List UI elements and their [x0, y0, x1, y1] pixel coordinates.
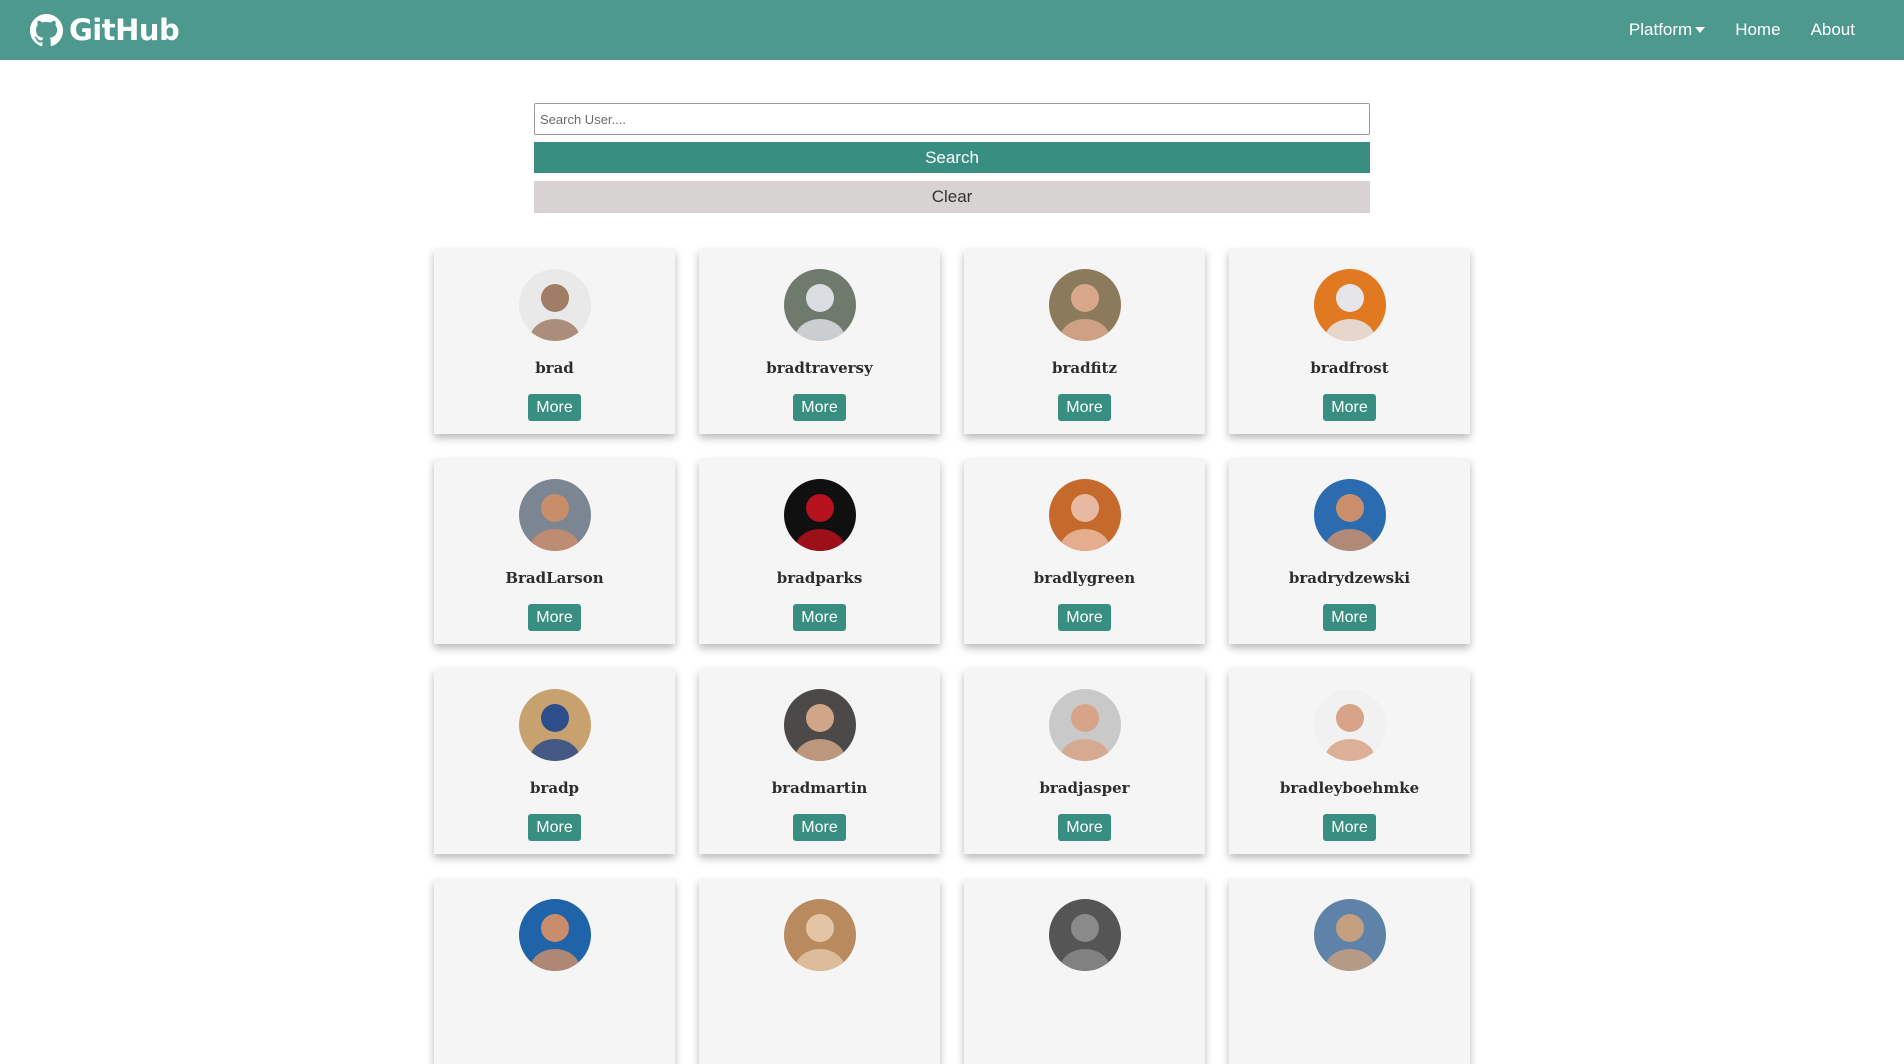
user-avatar [1313, 479, 1386, 551]
user-login: bradrydzewski [1288, 569, 1411, 587]
user-grid: brad More bradtraversy More bradfitz More brad… [434, 249, 1470, 1064]
user-card [699, 879, 940, 1064]
user-card: bradfrost More [1229, 249, 1470, 434]
user-avatar [783, 899, 856, 971]
avatar-image [783, 269, 856, 341]
nav-about-label: About [1810, 20, 1855, 39]
caret-down-icon [1695, 27, 1706, 33]
user-avatar [1048, 899, 1121, 971]
github-icon [30, 13, 63, 46]
user-card: bradrydzewski More [1229, 459, 1470, 644]
user-avatar [783, 479, 856, 551]
avatar-image [518, 689, 591, 761]
nav-links: Platform Home About [1599, 20, 1855, 40]
nav-home-label: Home [1735, 20, 1781, 39]
user-avatar [1048, 689, 1121, 761]
avatar-image [1313, 899, 1386, 971]
user-card: bradfitz More [964, 249, 1205, 434]
user-avatar [518, 899, 591, 971]
avatar-image [518, 269, 591, 341]
user-card: bradp More [434, 669, 675, 854]
user-card: bradleyboehmke More [1229, 669, 1470, 854]
avatar-image [783, 899, 856, 971]
more-button[interactable]: More [528, 814, 581, 841]
avatar-image [518, 899, 591, 971]
user-avatar [1048, 479, 1121, 551]
user-login: brad [535, 359, 574, 377]
user-login: bradparks [776, 569, 863, 587]
user-card: bradlygreen More [964, 459, 1205, 644]
user-avatar [783, 689, 856, 761]
more-button[interactable]: More [1323, 814, 1376, 841]
avatar-image [518, 479, 591, 551]
avatar-image [1313, 479, 1386, 551]
more-button[interactable]: More [1323, 604, 1376, 631]
user-login: bradlygreen [1033, 569, 1136, 587]
nav-home-link[interactable]: Home [1735, 20, 1780, 40]
avatar-image [1313, 269, 1386, 341]
user-avatar [1048, 269, 1121, 341]
user-login: bradtraversy [766, 359, 873, 377]
user-card: brad More [434, 249, 675, 434]
avatar-image [1313, 689, 1386, 761]
brand-logo[interactable]: GitHub [30, 13, 180, 47]
more-button[interactable]: More [1058, 394, 1111, 421]
user-login: bradmartin [771, 779, 868, 797]
more-button[interactable]: More [793, 814, 846, 841]
search-button[interactable]: Search [534, 142, 1370, 173]
more-button[interactable]: More [528, 604, 581, 631]
user-card: bradmartin More [699, 669, 940, 854]
navbar: GitHub Platform Home About [0, 0, 1904, 60]
nav-platform-label: Platform [1628, 20, 1693, 39]
user-avatar [518, 479, 591, 551]
user-avatar [518, 689, 591, 761]
more-button[interactable]: More [793, 394, 846, 421]
avatar-image [1048, 689, 1121, 761]
user-login: bradfrost [1310, 359, 1389, 377]
user-card [964, 879, 1205, 1064]
user-avatar [1313, 269, 1386, 341]
more-button[interactable]: More [1323, 394, 1376, 421]
more-button[interactable]: More [1058, 814, 1111, 841]
user-login: bradleyboehmke [1279, 779, 1420, 797]
user-login: bradjasper [1039, 779, 1130, 797]
avatar-image [783, 689, 856, 761]
search-form: Search Clear [534, 103, 1370, 213]
user-avatar [1313, 899, 1386, 971]
user-avatar [783, 269, 856, 341]
search-input[interactable] [534, 103, 1370, 135]
avatar-image [1048, 269, 1121, 341]
user-login: bradfitz [1052, 359, 1117, 377]
more-button[interactable]: More [528, 394, 581, 421]
user-card: bradtraversy More [699, 249, 940, 434]
user-card [1229, 879, 1470, 1064]
user-card: BradLarson More [434, 459, 675, 644]
clear-button[interactable]: Clear [534, 181, 1370, 213]
user-card: bradparks More [699, 459, 940, 644]
nav-about-link[interactable]: About [1811, 20, 1855, 40]
avatar-image [1048, 479, 1121, 551]
user-login: BradLarson [505, 569, 604, 587]
more-button[interactable]: More [793, 604, 846, 631]
avatar-image [783, 479, 856, 551]
user-card: bradjasper More [964, 669, 1205, 854]
user-avatar [518, 269, 591, 341]
user-avatar [1313, 689, 1386, 761]
user-login: bradp [529, 779, 580, 797]
user-card [434, 879, 675, 1064]
brand-name: GitHub [69, 13, 180, 47]
more-button[interactable]: More [1058, 604, 1111, 631]
nav-platform-dropdown[interactable]: Platform [1628, 20, 1706, 40]
avatar-image [1048, 899, 1121, 971]
